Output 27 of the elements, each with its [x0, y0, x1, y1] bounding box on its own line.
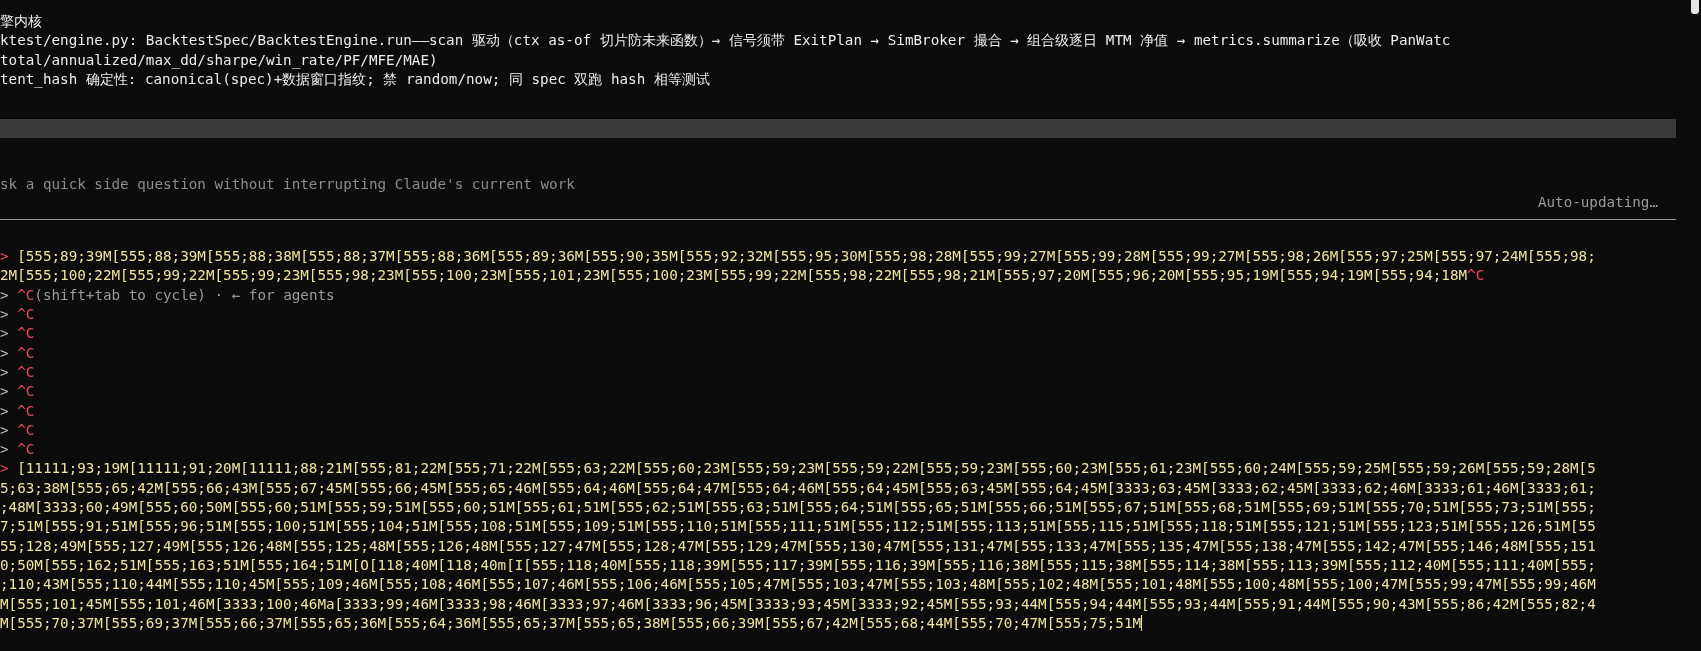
terminal-line: > [11111;93;19M[11111;91;20M[11111;88;21M[555;81;22M[555;71;22M[555;63;22M[555;60;23M[555;59;23M[555;59;22M[555;59;23M[555;60;23M[555;61;23M[555;60;24M[555;59;25M[555;59;26M[555;59;28M[5	[0, 459, 1596, 479]
terminal-line: > ^C	[0, 362, 35, 382]
terminal-line: M[555;101;45M[555;101;46M[3333;100;46Ma[3333;99;46M[3333;98;46M[3333;97;46M[3333;96;45M[3333;93;45M[3333;92;45M[555;93;44M[555;94;44M[555;93;44M[555;91;44M[555;90;43M[555;86;42M[555;82;4	[0, 594, 1596, 614]
terminal-line: M[555;70;37M[555;69;37M[555;66;37M[555;65;36M[555;64;36M[555;65;37M[555;65;38M[555;66;39M[555;67;42M[555;68;44M[555;70;47M[555;75;51M	[0, 613, 1143, 633]
terminal-line: > ^C	[0, 440, 35, 460]
scrollbar-thumb[interactable]	[1691, 0, 1699, 14]
output-line: total/annualized/max_dd/sharpe/win_rate/PF/MFE/MAE)	[0, 50, 438, 70]
terminal-line: > ^C	[0, 420, 35, 440]
output-line: tent_hash 确定性: canonical(spec)+数据窗口指纹; 禁 random/now; 同 spec 双跑 hash 相等测试	[0, 69, 710, 90]
terminal-line: > ^C	[0, 343, 35, 363]
terminal-line: 0;50M[555;162;51M[555;163;51M[555;164;51M[O[118;40M[118;40m[I[555;118;40M[555;118;39M[555;117;39M[555;116;39M[555;116;38M[555;115;38M[555;114;38M[555;113;39M[555;112;40M[555;111;40M[555;	[0, 555, 1596, 575]
output-line: ktest/engine.py: BacktestSpec/BacktestEngine.run——scan 驱动（ctx as-of 切片防未来函数）→ 信号须带 ExitPlan → SimBroker 撮合 → 组合级逐日 MTM 净值 → metrics.summarize（吸收 PanWatc	[0, 31, 1451, 51]
terminal-line: > ^C	[0, 305, 35, 325]
terminal-line: 2M[555;100;22M[555;99;22M[555;99;23M[555;98;23M[555;100;23M[555;101;23M[555;100;23M[555;99;22M[555;98;22M[555;98;21M[555;97;20M[555;96;20M[555;95;19M[555;94;19M[555;94;18M^C	[0, 266, 1485, 286]
status-text: Auto-updating…	[1537, 193, 1658, 212]
terminal-line: 55;128;49M[555;127;49M[555;126;48M[555;125;48M[555;126;48M[555;127;47M[555;128;47M[555;129;47M[555;130;47M[555;131;47M[555;133;47M[555;135;47M[555;138;47M[555;142;47M[555;146;48M[555;151	[0, 536, 1596, 556]
output-line: 擎内核	[0, 12, 42, 31]
terminal-line: > ^C	[0, 401, 35, 421]
terminal-line: > ^C(shift+tab to cycle) · ← for agents	[0, 285, 335, 305]
terminal-line: 7;51M[555;91;51M[555;96;51M[555;100;51M[555;104;51M[555;108;51M[555;109;51M[555;110;51M[555;111;51M[555;112;51M[555;113;51M[555;115;51M[555;118;51M[555;121;51M[555;123;51M[555;126;51M[55	[0, 517, 1596, 537]
terminal-line: > [555;89;39M[555;88;39M[555;88;38M[555;88;37M[555;88;36M[555;89;36M[555;90;35M[555;92;32M[555;95;30M[555;98;28M[555;99;27M[555;99;28M[555;99;27M[555;98;26M[555;97;25M[555;97;24M[555;98;	[0, 247, 1596, 267]
terminal-line: ;110;43M[555;110;44M[555;110;45M[555;109;46M[555;108;46M[555;107;46M[555;106;46M[555;105;47M[555;103;47M[555;103;48M[555;102;48M[555;101;48M[555;100;48M[555;100;47M[555;99;47M[555;99;46M	[0, 575, 1596, 595]
terminal-line: > ^C	[0, 382, 35, 402]
side-question-hint: sk a quick side question without interrupting Claude's current work	[0, 175, 575, 194]
terminal-line: > ^C	[0, 324, 35, 344]
terminal-line: 5;63;38M[555;65;42M[555;66;43M[555;67;45M[555;66;45M[555;65;46M[555;64;46M[555;64;47M[555;64;46M[555;64;45M[555;63;45M[555;64;45M[3333;63;45M[3333;62;45M[3333;62;46M[3333;61;46M[3333;61;	[0, 478, 1596, 498]
terminal-line: ;48M[3333;60;49M[555;60;50M[555;60;51M[555;59;51M[555;60;51M[555;61;51M[555;62;51M[555;63;51M[555;64;51M[555;65;51M[555;66;51M[555;67;51M[555;68;51M[555;69;51M[555;70;51M[555;73;51M[555;	[0, 498, 1596, 518]
